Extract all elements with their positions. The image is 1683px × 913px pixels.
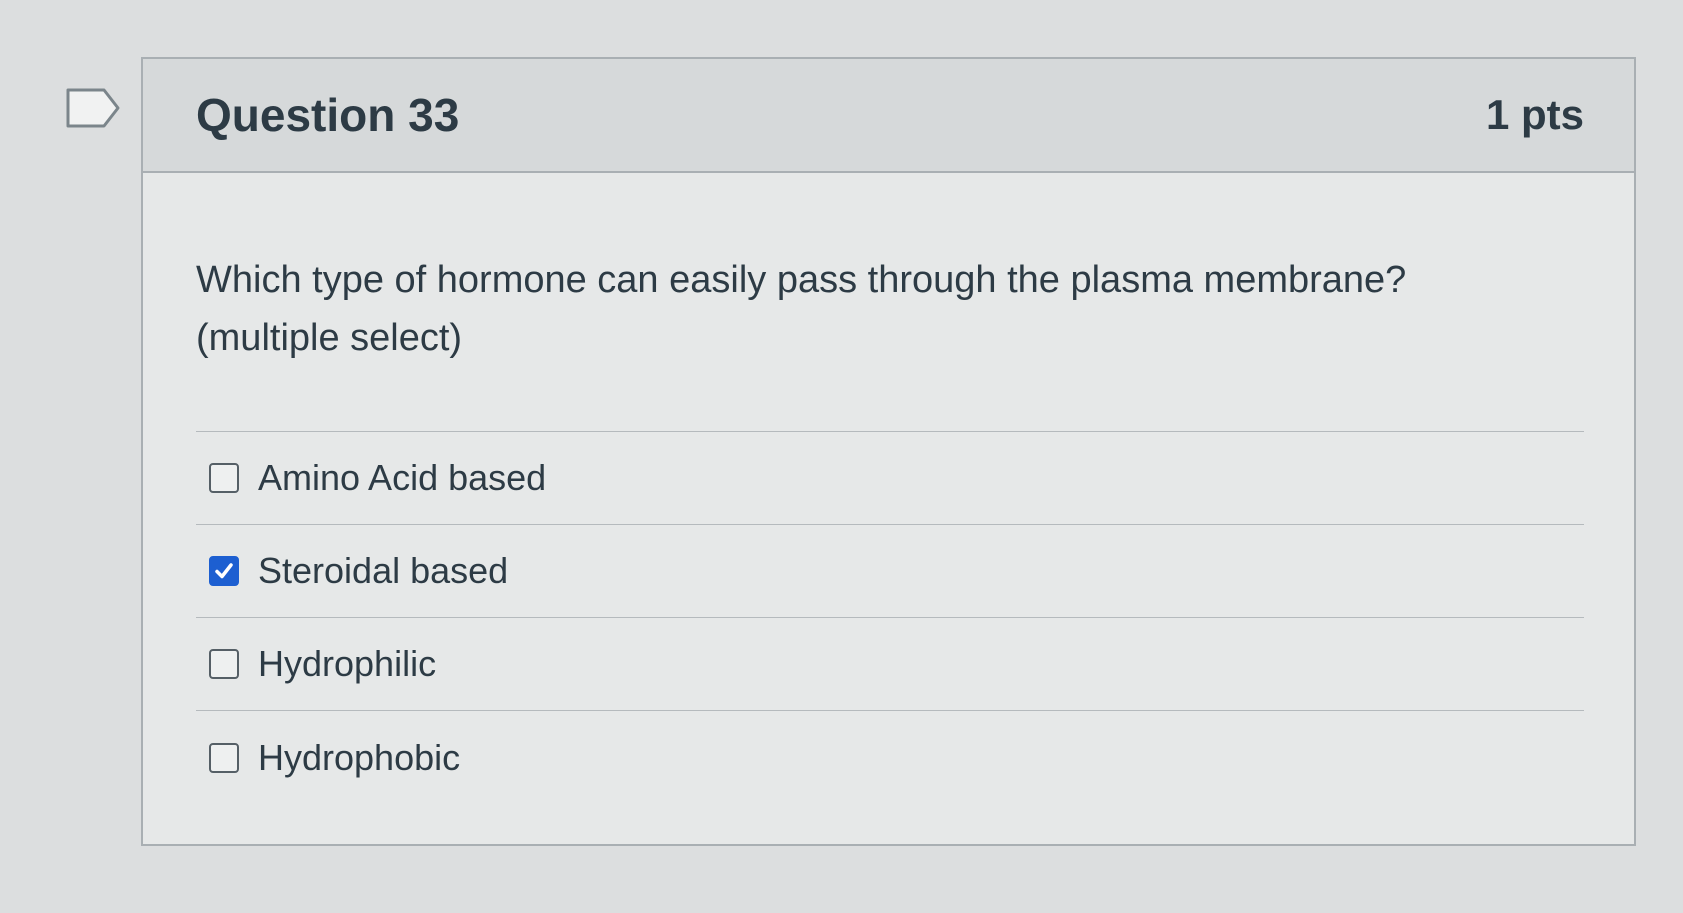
checkbox[interactable] [209,463,239,493]
question-card: Question 33 1 pts Which type of hormone … [141,57,1636,846]
answer-label: Steroidal based [258,550,509,591]
answer-option[interactable]: Hydrophobic [196,711,1584,804]
answer-label: Hydrophilic [258,643,437,684]
question-text-line2: (multiple select) [196,317,463,359]
checkmark-icon [215,563,233,579]
flag-question-icon[interactable] [66,88,122,128]
answer-label: Hydrophobic [258,736,461,778]
question-points: 1 pts [1485,91,1584,138]
answer-label: Amino Acid based [258,457,547,498]
answer-option[interactable]: Hydrophilic [196,618,1584,711]
checkbox[interactable] [209,556,239,586]
answer-option[interactable]: Steroidal based [196,525,1584,618]
question-text: Which type of hormone can easily pass th… [196,251,1584,367]
question-header: Question 33 1 pts [143,59,1634,173]
answer-list: Amino Acid based Steroidal based Hydroph… [196,431,1584,804]
question-title: Question 33 [196,89,460,141]
question-text-line1: Which type of hormone can easily pass th… [196,259,1407,301]
answer-option[interactable]: Amino Acid based [196,432,1584,525]
question-body: Which type of hormone can easily pass th… [143,173,1634,804]
checkbox[interactable] [209,649,239,679]
checkbox[interactable] [209,742,239,773]
